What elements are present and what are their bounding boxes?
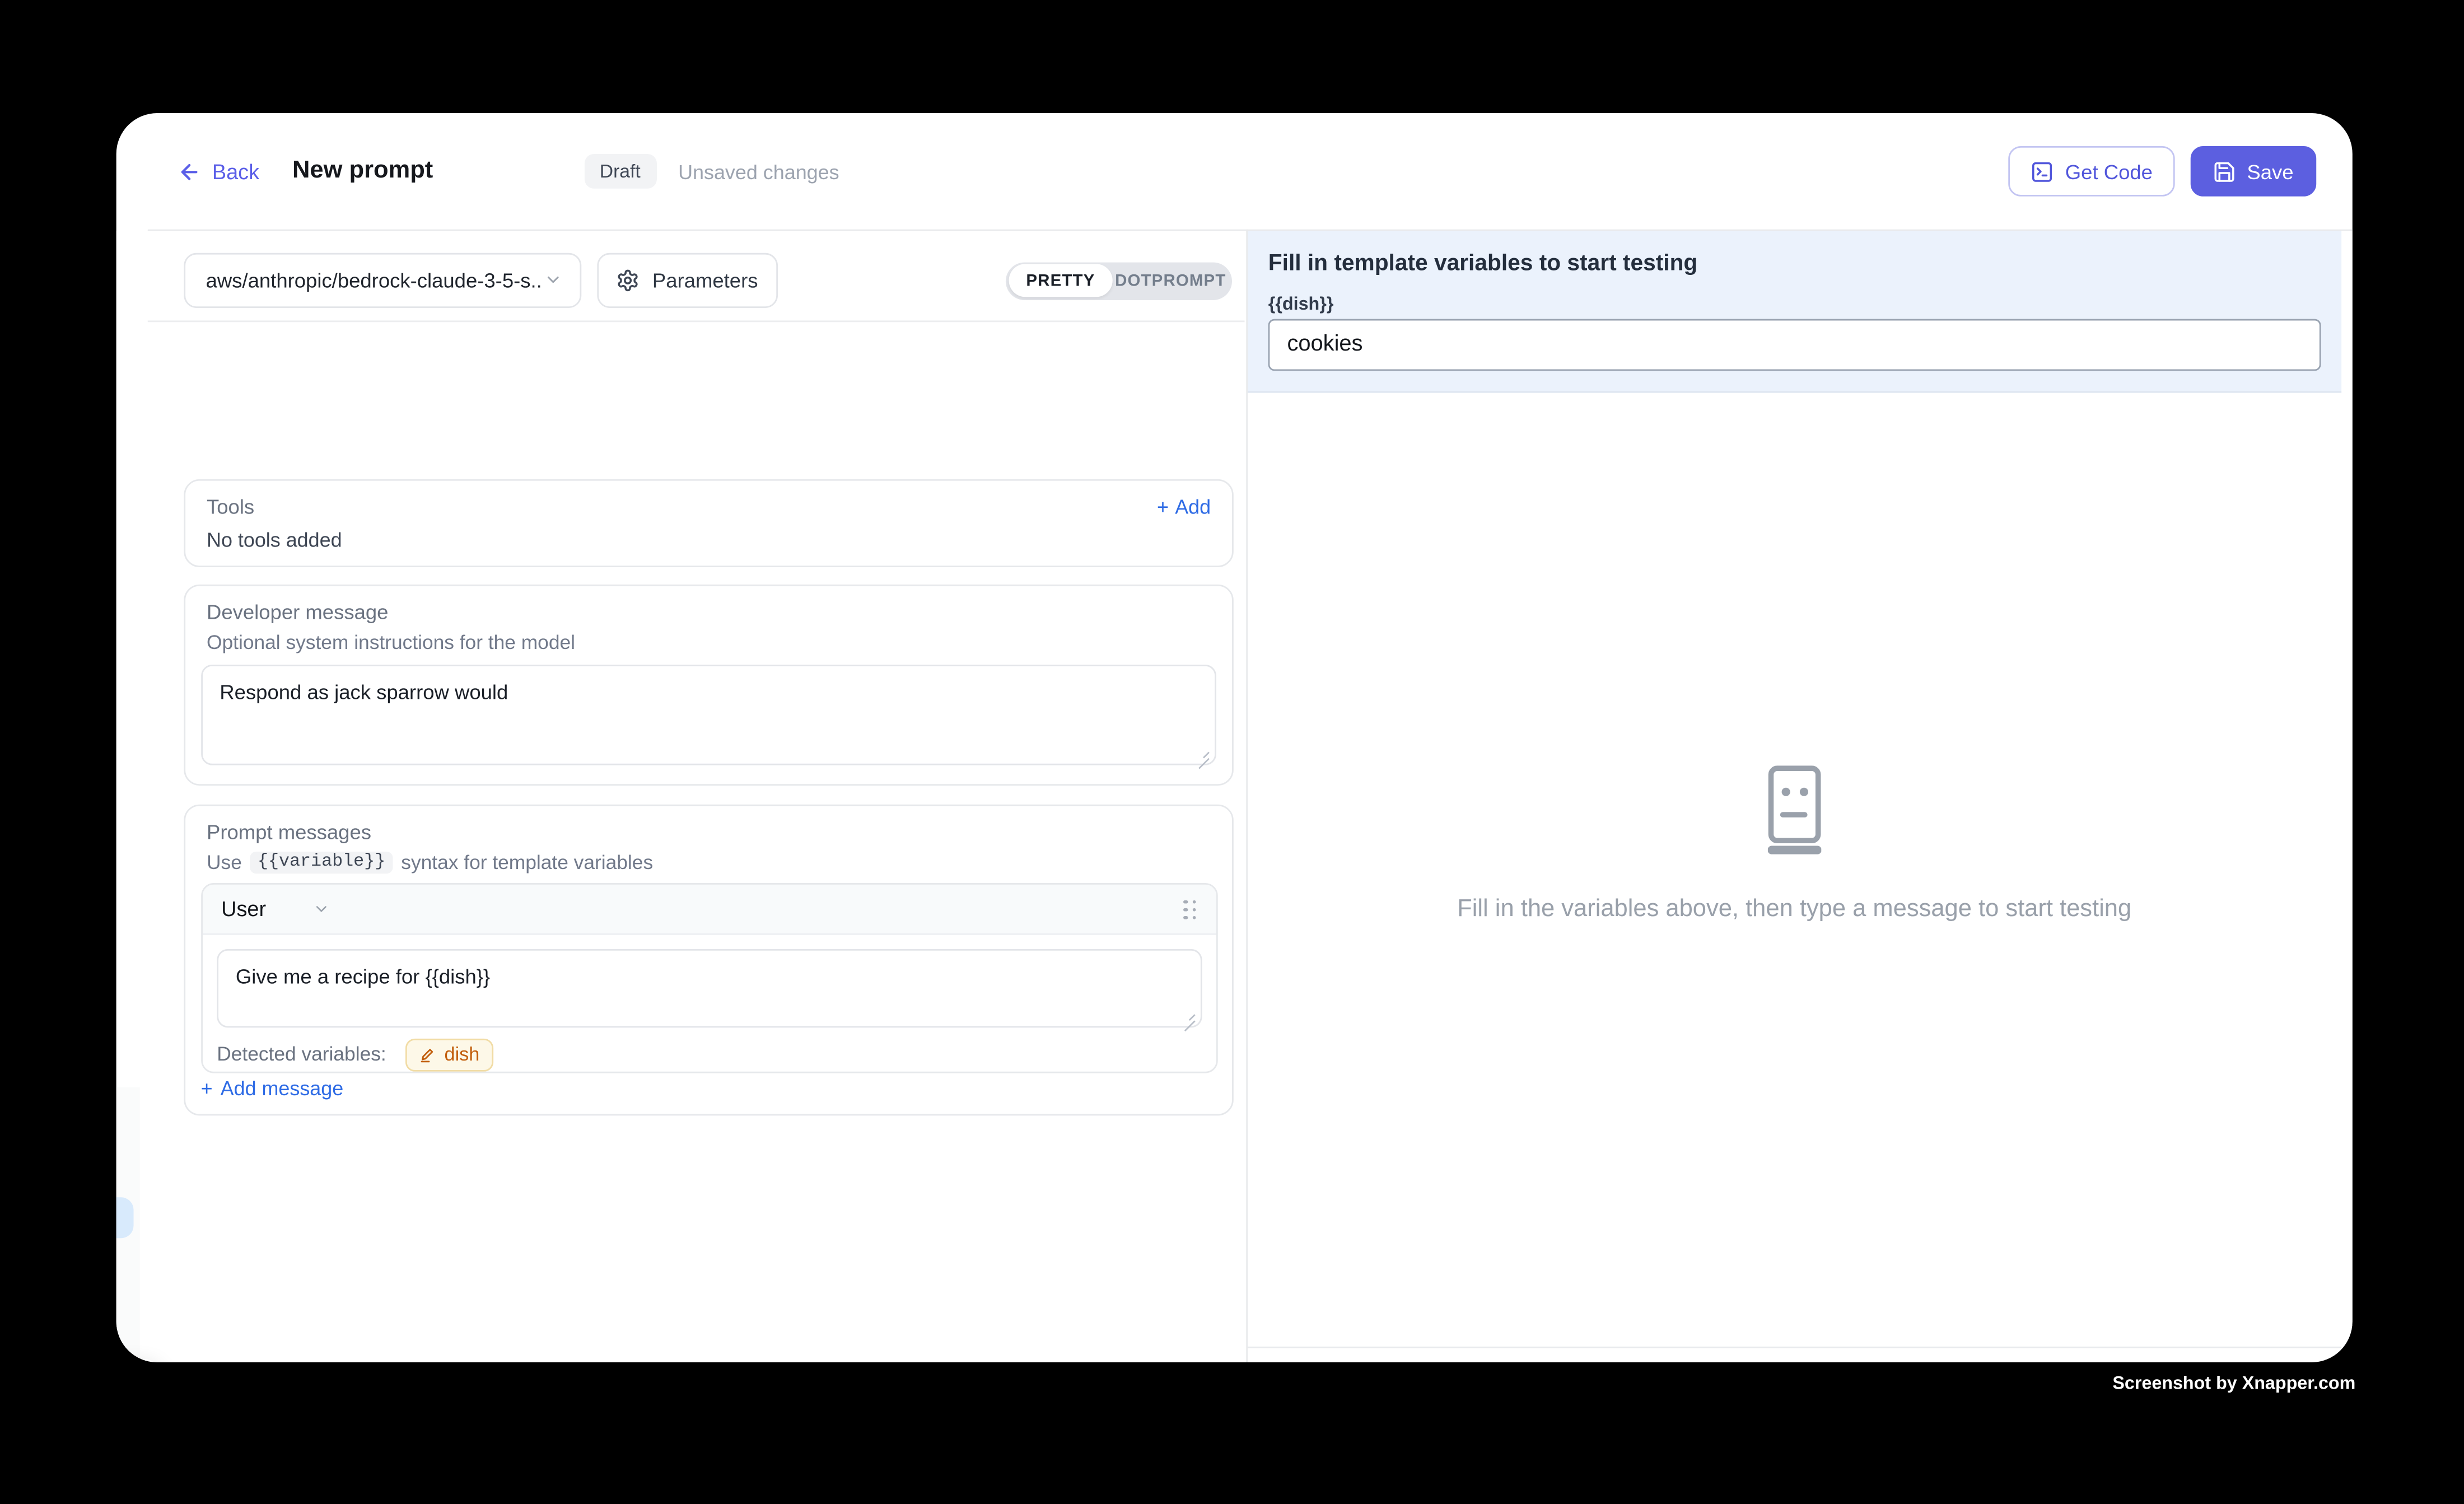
dish-variable-label: {{dish}} [1268,295,1334,314]
developer-message-card: Developer message Optional system instru… [184,585,1233,785]
gear-icon [616,268,640,292]
add-tool-button[interactable]: + Add [1157,495,1211,519]
role-select-value[interactable]: User [221,898,266,921]
toggle-dotprompt[interactable]: DOTPROMPT [1112,271,1229,290]
chat-divider [1247,1347,2342,1349]
chevron-down-icon[interactable] [313,901,330,918]
detected-variables-label: Detected variables: [217,1044,386,1066]
developer-message-subtitle: Optional system instructions for the mod… [185,624,1232,653]
plus-icon: + [201,1076,213,1100]
dish-variable-input[interactable] [1268,318,2321,371]
test-panel: Fill in template variables to start test… [1247,231,2352,1362]
toggle-pretty[interactable]: PRETTY [1009,264,1113,297]
save-icon [2213,160,2236,183]
tools-card: Tools + Add No tools added [184,479,1233,567]
header-actions: Get Code Save [2009,146,2316,197]
prompt-messages-title: Prompt messages [207,820,371,844]
model-select[interactable]: aws/anthropic/bedrock-claude-3-5-s... [184,253,581,307]
add-message-button[interactable]: + Add message [201,1076,344,1100]
resize-handle-icon[interactable] [1183,1008,1195,1021]
left-rail-highlight [116,1197,134,1237]
bot-face-icon [1767,765,1821,855]
fill-variables-title: Fill in template variables to start test… [1268,251,1698,277]
tools-title: Tools [207,495,254,519]
code-icon [2031,160,2054,183]
template-variables-bar: Fill in template variables to start test… [1247,231,2342,393]
left-rail-popover [116,1359,161,1362]
message-textarea[interactable]: Give me a recipe for {{dish}} [217,949,1201,1027]
empty-state-text: Fill in the variables above, then type a… [1457,895,2131,924]
message-block: User Give me a recipe for {{dish}} De [201,884,1218,1073]
variable-syntax-chip: {{variable}} [250,852,393,874]
prompt-messages-card: Prompt messages Use {{variable}} syntax … [184,805,1233,1116]
header: Back New prompt Draft Unsaved changes Ge… [116,113,2352,230]
developer-message-title: Developer message [207,600,388,624]
watermark-text: Screenshot by Xnapper.com [2112,1375,2355,1394]
chevron-down-icon [544,270,563,289]
resize-handle-icon[interactable] [1198,746,1210,759]
page-title: New prompt [292,157,433,186]
model-select-value: aws/anthropic/bedrock-claude-3-5-s... [206,268,544,292]
parameters-button[interactable]: Parameters [597,253,777,307]
app-window: Back New prompt Draft Unsaved changes Ge… [116,113,2352,1362]
back-label: Back [212,160,259,183]
model-toolbar: aws/anthropic/bedrock-claude-3-5-s... Pa… [116,231,1245,320]
plus-icon: + [1157,495,1169,519]
format-toggle: PRETTY DOTPROMPT [1006,261,1232,299]
status-badge: Draft [584,154,656,189]
get-code-button[interactable]: Get Code [2009,146,2174,197]
tools-empty-text: No tools added [185,519,1232,552]
save-button[interactable]: Save [2190,146,2315,197]
back-button[interactable]: Back [178,160,259,183]
unsaved-changes-text: Unsaved changes [678,160,839,183]
toolbar-divider [148,320,1245,322]
prompt-messages-subtitle: Use {{variable}} syntax for template var… [185,844,1232,874]
chat-empty-state: Fill in the variables above, then type a… [1247,765,2342,924]
variable-chip-dish[interactable]: dish [405,1039,493,1072]
drag-handle-icon[interactable] [1184,900,1197,920]
screenshot-stage: Back New prompt Draft Unsaved changes Ge… [0,0,2464,1503]
detected-variables-row: Detected variables: dish [217,1039,1201,1072]
back-arrow-icon [178,160,201,183]
message-role-header: User [202,885,1216,936]
editor-panel: aws/anthropic/bedrock-claude-3-5-s... Pa… [116,231,1245,1362]
pencil-icon [419,1047,437,1064]
developer-message-textarea[interactable]: Respond as jack sparrow would [201,665,1217,765]
